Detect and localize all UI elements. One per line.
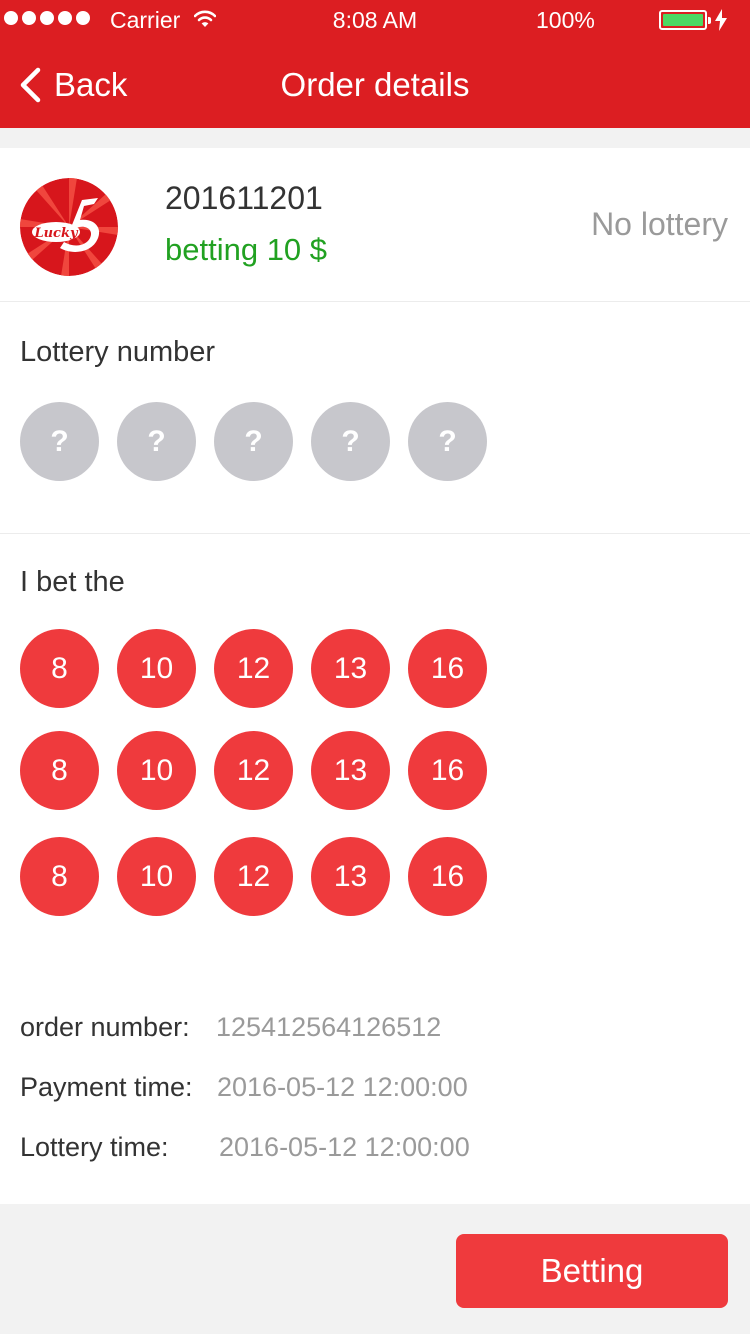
bet-ball: 13 xyxy=(311,837,390,916)
footer-bar: Betting xyxy=(0,1204,750,1334)
back-chevron-icon xyxy=(20,67,41,103)
order-details-card: Lucky 201611201 betting 10 $ No lottery … xyxy=(0,148,750,1204)
bet-label: I bet the xyxy=(20,566,125,598)
bet-ball: 10 xyxy=(117,837,196,916)
lottery-status: No lottery xyxy=(591,206,728,242)
bet-ball: 12 xyxy=(214,731,293,810)
order-number-value: 125412564126512 xyxy=(216,1012,442,1042)
lucky-logo: Lucky xyxy=(20,178,118,276)
payment-time-label: Payment time: xyxy=(20,1072,193,1102)
order-number-label: order number: xyxy=(20,1012,190,1042)
lottery-time-label: Lottery time: xyxy=(20,1132,169,1162)
clock: 8:08 AM xyxy=(332,7,418,33)
lottery-time-value: 2016-05-12 12:00:00 xyxy=(219,1132,470,1162)
lottery-ball-row: ? ? ? ? ? xyxy=(20,402,487,481)
back-label: Back xyxy=(54,66,128,103)
bet-row: 8 10 12 13 16 xyxy=(20,731,487,810)
lottery-ball: ? xyxy=(408,402,487,481)
lottery-number-label: Lottery number xyxy=(20,336,216,368)
lottery-number-section: Lottery number ? ? ? ? ? xyxy=(0,302,750,534)
navigation-bar: Back Order details xyxy=(0,40,750,128)
bet-ball: 8 xyxy=(20,837,99,916)
issue-number: 201611201 xyxy=(165,180,323,216)
order-summary: Lucky 201611201 betting 10 $ No lottery xyxy=(0,148,750,302)
bet-ball: 12 xyxy=(214,629,293,708)
lottery-ball: ? xyxy=(214,402,293,481)
logo-text: Lucky xyxy=(33,226,79,241)
bet-ball: 8 xyxy=(20,731,99,810)
app-header: Carrier 8:08 AM 100% Back Order details xyxy=(0,0,750,128)
betting-button[interactable]: Betting xyxy=(456,1234,728,1308)
lottery-ball: ? xyxy=(20,402,99,481)
back-button[interactable]: Back xyxy=(18,62,127,108)
payment-time-value: 2016-05-12 12:00:00 xyxy=(217,1072,468,1102)
battery-icon xyxy=(659,10,711,30)
charging-bolt-icon xyxy=(715,9,727,31)
bet-amount: betting 10 $ xyxy=(165,232,328,267)
lottery-ball: ? xyxy=(311,402,390,481)
bet-ball: 16 xyxy=(408,629,487,708)
bet-numbers-section: I bet the 8 10 12 13 16 8 10 12 13 16 8 … xyxy=(0,534,750,954)
battery-percentage: 100% xyxy=(536,7,595,33)
bet-ball: 16 xyxy=(408,837,487,916)
bet-ball: 12 xyxy=(214,837,293,916)
status-bar: Carrier 8:08 AM 100% xyxy=(0,0,750,40)
bet-ball: 13 xyxy=(311,629,390,708)
bet-row: 8 10 12 13 16 xyxy=(20,837,487,916)
bet-ball: 16 xyxy=(408,731,487,810)
bet-ball: 8 xyxy=(20,629,99,708)
bet-row: 8 10 12 13 16 xyxy=(20,629,487,708)
lottery-ball: ? xyxy=(117,402,196,481)
bet-ball: 13 xyxy=(311,731,390,810)
bet-ball: 10 xyxy=(117,629,196,708)
bet-ball: 10 xyxy=(117,731,196,810)
